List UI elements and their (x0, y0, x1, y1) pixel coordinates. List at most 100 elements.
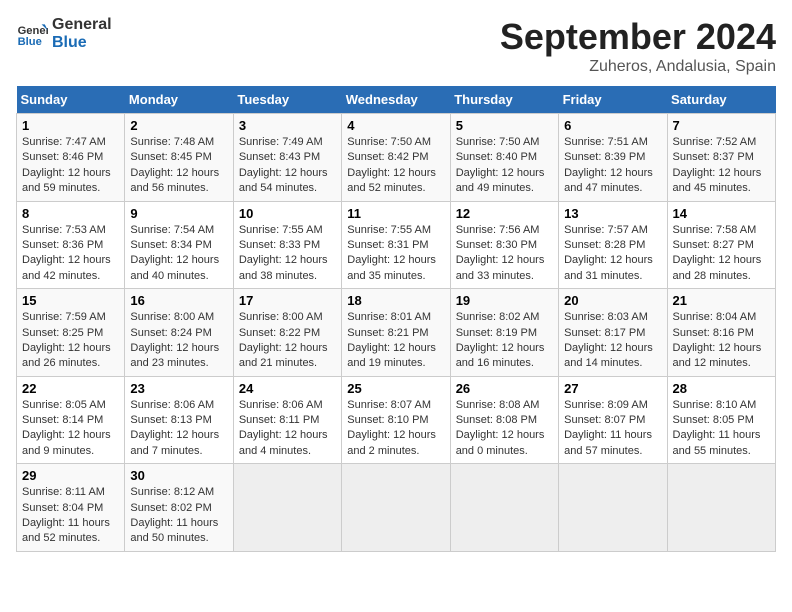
day-info: Sunrise: 8:00 AMSunset: 8:22 PMDaylight:… (239, 310, 336, 372)
day-number: 8 (22, 206, 119, 221)
calendar-week-4: 22 Sunrise: 8:05 AMSunset: 8:14 PMDayligh… (17, 376, 776, 464)
day-info: Sunrise: 8:08 AMSunset: 8:08 PMDaylight:… (456, 398, 553, 460)
day-info: Sunrise: 8:03 AMSunset: 8:17 PMDaylight:… (564, 310, 661, 372)
day-number: 13 (564, 206, 661, 221)
day-number: 21 (673, 293, 770, 308)
calendar-cell: 7Sunrise: 7:52 AMSunset: 8:37 PMDaylight… (667, 114, 775, 202)
calendar-cell: 24Sunrise: 8:06 AMSunset: 8:11 PMDayligh… (233, 376, 341, 464)
day-number: 26 (456, 381, 553, 396)
calendar-cell: 2 Sunrise: 7:48 AMSunset: 8:45 PMDaylight… (125, 114, 233, 202)
day-number: 3 (239, 118, 336, 133)
logo: General Blue General Blue (16, 16, 112, 52)
day-info: Sunrise: 7:57 AMSunset: 8:28 PMDaylight:… (564, 223, 661, 285)
day-info: Sunrise: 7:55 AMSunset: 8:33 PMDaylight:… (239, 223, 336, 285)
day-number: 19 (456, 293, 553, 308)
day-info: Sunrise: 8:06 AMSunset: 8:11 PMDaylight:… (239, 398, 336, 460)
calendar-cell: 17Sunrise: 8:00 AMSunset: 8:22 PMDayligh… (233, 289, 341, 377)
day-number: 22 (22, 381, 119, 396)
day-info: Sunrise: 7:52 AMSunset: 8:37 PMDaylight:… (673, 135, 770, 197)
svg-text:Blue: Blue (18, 36, 42, 48)
day-header-wednesday: Wednesday (342, 86, 450, 114)
svg-text:General: General (18, 25, 48, 37)
day-info: Sunrise: 8:09 AMSunset: 8:07 PMDaylight:… (564, 398, 661, 460)
day-info: Sunrise: 8:04 AMSunset: 8:16 PMDaylight:… (673, 310, 770, 372)
day-number: 16 (130, 293, 227, 308)
day-number: 25 (347, 381, 444, 396)
calendar-table: SundayMondayTuesdayWednesdayThursdayFrid… (16, 86, 776, 552)
calendar-cell: 10Sunrise: 7:55 AMSunset: 8:33 PMDayligh… (233, 201, 341, 289)
day-info: Sunrise: 7:49 AMSunset: 8:43 PMDaylight:… (239, 135, 336, 197)
day-info: Sunrise: 7:48 AMSunset: 8:45 PMDaylight:… (130, 135, 227, 197)
calendar-cell: 23Sunrise: 8:06 AMSunset: 8:13 PMDayligh… (125, 376, 233, 464)
day-info: Sunrise: 7:59 AMSunset: 8:25 PMDaylight:… (22, 310, 119, 372)
day-number: 30 (130, 468, 227, 483)
calendar-week-2: 8 Sunrise: 7:53 AMSunset: 8:36 PMDaylight… (17, 201, 776, 289)
calendar-cell: 11 Sunrise: 7:55 AMSunset: 8:31 PMDayligh… (342, 201, 450, 289)
calendar-cell: 9 Sunrise: 7:54 AMSunset: 8:34 PMDaylight… (125, 201, 233, 289)
day-info: Sunrise: 8:05 AMSunset: 8:14 PMDaylight:… (22, 398, 119, 460)
calendar-cell: 22 Sunrise: 8:05 AMSunset: 8:14 PMDayligh… (17, 376, 125, 464)
calendar-cell: 29Sunrise: 8:11 AMSunset: 8:04 PMDayligh… (17, 464, 125, 552)
day-number: 27 (564, 381, 661, 396)
calendar-cell (450, 464, 558, 552)
calendar-cell: 19 Sunrise: 8:02 AMSunset: 8:19 PMDayligh… (450, 289, 558, 377)
day-number: 18 (347, 293, 444, 308)
day-info: Sunrise: 8:01 AMSunset: 8:21 PMDaylight:… (347, 310, 444, 372)
calendar-cell: 5Sunrise: 7:50 AMSunset: 8:40 PMDaylight… (450, 114, 558, 202)
calendar-cell: 20 Sunrise: 8:03 AMSunset: 8:17 PMDayligh… (559, 289, 667, 377)
title-block: September 2024 Zuheros, Andalusia, Spain (500, 16, 776, 76)
page-header: General Blue General Blue September 2024… (16, 16, 776, 76)
day-number: 23 (130, 381, 227, 396)
logo-general: General (52, 16, 112, 34)
day-info: Sunrise: 7:55 AMSunset: 8:31 PMDaylight:… (347, 223, 444, 285)
day-number: 5 (456, 118, 553, 133)
day-info: Sunrise: 7:50 AMSunset: 8:42 PMDaylight:… (347, 135, 444, 197)
day-info: Sunrise: 8:12 AMSunset: 8:02 PMDaylight:… (130, 485, 227, 547)
calendar-week-5: 29Sunrise: 8:11 AMSunset: 8:04 PMDayligh… (17, 464, 776, 552)
day-header-monday: Monday (125, 86, 233, 114)
calendar-cell: 6Sunrise: 7:51 AMSunset: 8:39 PMDaylight… (559, 114, 667, 202)
day-info: Sunrise: 8:07 AMSunset: 8:10 PMDaylight:… (347, 398, 444, 460)
calendar-cell: 25 Sunrise: 8:07 AMSunset: 8:10 PMDayligh… (342, 376, 450, 464)
calendar-week-1: 1Sunrise: 7:47 AMSunset: 8:46 PMDaylight… (17, 114, 776, 202)
day-info: Sunrise: 8:02 AMSunset: 8:19 PMDaylight:… (456, 310, 553, 372)
calendar-cell (233, 464, 341, 552)
day-info: Sunrise: 7:54 AMSunset: 8:34 PMDaylight:… (130, 223, 227, 285)
day-info: Sunrise: 7:51 AMSunset: 8:39 PMDaylight:… (564, 135, 661, 197)
day-header-thursday: Thursday (450, 86, 558, 114)
day-info: Sunrise: 7:58 AMSunset: 8:27 PMDaylight:… (673, 223, 770, 285)
calendar-cell: 26 Sunrise: 8:08 AMSunset: 8:08 PMDayligh… (450, 376, 558, 464)
day-info: Sunrise: 7:47 AMSunset: 8:46 PMDaylight:… (22, 135, 119, 197)
calendar-cell: 13 Sunrise: 7:57 AMSunset: 8:28 PMDayligh… (559, 201, 667, 289)
day-number: 11 (347, 206, 444, 221)
calendar-cell: 28Sunrise: 8:10 AMSunset: 8:05 PMDayligh… (667, 376, 775, 464)
day-info: Sunrise: 7:56 AMSunset: 8:30 PMDaylight:… (456, 223, 553, 285)
day-number: 20 (564, 293, 661, 308)
calendar-cell: 15Sunrise: 7:59 AMSunset: 8:25 PMDayligh… (17, 289, 125, 377)
day-number: 12 (456, 206, 553, 221)
day-number: 2 (130, 118, 227, 133)
page-title: September 2024 (500, 16, 776, 58)
day-number: 14 (673, 206, 770, 221)
calendar-cell: 14 Sunrise: 7:58 AMSunset: 8:27 PMDayligh… (667, 201, 775, 289)
day-header-sunday: Sunday (17, 86, 125, 114)
page-subtitle: Zuheros, Andalusia, Spain (500, 58, 776, 76)
calendar-cell: 30 Sunrise: 8:12 AMSunset: 8:02 PMDayligh… (125, 464, 233, 552)
day-number: 4 (347, 118, 444, 133)
calendar-cell: 4 Sunrise: 7:50 AMSunset: 8:42 PMDaylight… (342, 114, 450, 202)
calendar-cell: 8 Sunrise: 7:53 AMSunset: 8:36 PMDaylight… (17, 201, 125, 289)
day-header-saturday: Saturday (667, 86, 775, 114)
calendar-cell: 1Sunrise: 7:47 AMSunset: 8:46 PMDaylight… (17, 114, 125, 202)
day-number: 28 (673, 381, 770, 396)
day-info: Sunrise: 7:53 AMSunset: 8:36 PMDaylight:… (22, 223, 119, 285)
calendar-cell (559, 464, 667, 552)
calendar-cell: 21 Sunrise: 8:04 AMSunset: 8:16 PMDayligh… (667, 289, 775, 377)
calendar-week-3: 15Sunrise: 7:59 AMSunset: 8:25 PMDayligh… (17, 289, 776, 377)
day-number: 29 (22, 468, 119, 483)
day-number: 9 (130, 206, 227, 221)
calendar-cell (342, 464, 450, 552)
logo-icon: General Blue (16, 18, 48, 50)
calendar-cell: 18 Sunrise: 8:01 AMSunset: 8:21 PMDayligh… (342, 289, 450, 377)
calendar-header-row: SundayMondayTuesdayWednesdayThursdayFrid… (17, 86, 776, 114)
calendar-cell: 16Sunrise: 8:00 AMSunset: 8:24 PMDayligh… (125, 289, 233, 377)
